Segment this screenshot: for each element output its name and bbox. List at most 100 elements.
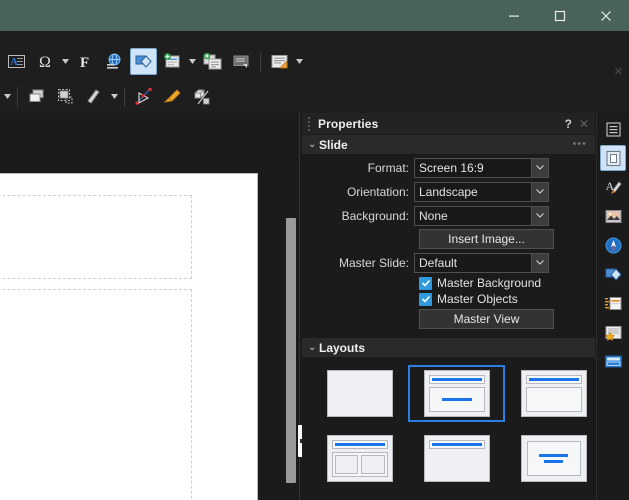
toolbar-separator-3 (124, 86, 125, 107)
insert-image-button[interactable]: Insert Image... (419, 229, 554, 249)
close-button[interactable] (583, 0, 629, 31)
navigator-deck-icon[interactable] (600, 232, 626, 258)
gallery-deck-icon[interactable] (600, 203, 626, 229)
master-slide-dropdown-arrow[interactable] (531, 253, 548, 272)
orientation-label: Orientation: (346, 184, 409, 199)
insert-text-box-comment-icon[interactable] (228, 48, 255, 75)
shadow-icon[interactable] (81, 83, 108, 110)
sidebar-help-icon[interactable]: ? (565, 117, 572, 131)
background-value: None (419, 208, 448, 223)
vertical-scrollbar-thumb[interactable] (286, 218, 296, 483)
properties-sidebar: Properties ? ✕ ⌄ Slide ••• Format: Scree… (302, 113, 595, 500)
master-objects-row: Master Objects (302, 292, 587, 306)
maximize-button[interactable] (537, 0, 583, 31)
content-placeholder[interactable] (0, 289, 192, 500)
special-character-dropdown-arrow[interactable] (60, 48, 71, 75)
title-bar (0, 0, 629, 31)
layout-title-plain[interactable] (408, 430, 505, 487)
toolbar-row-drawing: A Ω F (0, 45, 629, 78)
layout-centered-text[interactable] (505, 430, 595, 487)
slide-panel-header[interactable]: ⌄ Slide ••• (302, 134, 595, 154)
orientation-row: Orientation: Landscape (302, 181, 587, 202)
shapes-deck-icon[interactable] (600, 261, 626, 287)
toggle-extrusion-icon[interactable] (188, 83, 215, 110)
layouts-panel-header[interactable]: ⌄ Layouts (302, 337, 595, 357)
points-icon[interactable] (130, 83, 157, 110)
layout-title-content[interactable] (408, 365, 505, 422)
master-view-button[interactable]: Master View (419, 309, 554, 329)
format-combobox[interactable]: Screen 16:9 (414, 157, 549, 178)
master-objects-label: Master Objects (437, 292, 518, 306)
sidebar-title: Properties (318, 116, 379, 131)
master-slides-deck-icon[interactable] (600, 319, 626, 345)
master-objects-checkbox[interactable] (419, 292, 432, 306)
insert-hyperlink-icon[interactable] (101, 48, 128, 75)
master-slide-combobox[interactable]: Default (414, 252, 549, 273)
properties-deck-icon[interactable] (600, 145, 626, 171)
master-slide-row: Master Slide: Default (302, 252, 587, 273)
toolbar-area: ✕ A Ω F (0, 31, 629, 113)
master-background-row: Master Background (302, 276, 587, 290)
background-dropdown-arrow[interactable] (531, 206, 548, 225)
glue-points-icon[interactable] (159, 83, 186, 110)
sidebar-title-bar: Properties ? ✕ (302, 113, 595, 134)
new-slide-dropdown-arrow[interactable] (187, 48, 198, 75)
toolbar-separator-2 (17, 86, 18, 107)
svg-text:F: F (80, 55, 89, 71)
sidebar-settings-icon[interactable] (600, 116, 626, 142)
slide-panel-title: Slide (319, 137, 348, 152)
shadow-dropdown-arrow[interactable] (109, 83, 120, 110)
layouts-panel-title: Layouts (319, 340, 366, 355)
styles-deck-icon[interactable]: A (600, 174, 626, 200)
layouts-grid (302, 357, 595, 500)
master-slide-label: Master Slide: (338, 255, 409, 270)
layout-blank[interactable] (311, 365, 408, 422)
background-label: Background: (341, 208, 409, 223)
master-slide-dropdown-arrow[interactable] (294, 48, 305, 75)
master-view-row: Master View (302, 309, 587, 329)
arrange-icon[interactable] (23, 83, 50, 110)
show-draw-functions-icon[interactable] (130, 48, 157, 75)
vertical-scrollbar[interactable] (286, 113, 296, 500)
layout-2-content-c[interactable] (408, 495, 505, 500)
orientation-combobox[interactable]: Landscape (414, 181, 549, 202)
title-placeholder[interactable] (0, 195, 192, 279)
animation-deck-icon[interactable] (600, 290, 626, 316)
insert-text-box-icon[interactable]: A (3, 48, 30, 75)
orientation-value: Landscape (419, 184, 478, 199)
format-row: Format: Screen 16:9 (302, 157, 587, 178)
orientation-dropdown-arrow[interactable] (531, 182, 548, 201)
format-dropdown-arrow[interactable] (531, 158, 548, 177)
toolbar-separator (260, 51, 261, 72)
svg-text:Ω: Ω (39, 54, 51, 71)
format-value: Screen 16:9 (419, 160, 484, 175)
chevron-down-icon-layouts[interactable]: ⌄ (308, 342, 319, 353)
insert-special-character-icon[interactable]: Ω (32, 48, 59, 75)
slide-canvas[interactable] (0, 173, 258, 500)
toolbar-close-icon[interactable]: ✕ (614, 67, 623, 78)
master-background-checkbox[interactable] (419, 276, 432, 290)
background-combobox[interactable]: None (414, 205, 549, 226)
new-slide-icon[interactable] (159, 48, 186, 75)
align-objects-icon[interactable] (52, 83, 79, 110)
sidebar-close-icon[interactable]: ✕ (579, 117, 589, 131)
master-slide-value: Default (419, 255, 458, 270)
insert-fontwork-icon[interactable]: F (72, 48, 99, 75)
format-label: Format: (367, 160, 409, 175)
previous-toolbar-arrow[interactable] (2, 83, 13, 110)
minimize-button[interactable] (491, 0, 537, 31)
layout-2-content-d[interactable] (505, 495, 595, 500)
panel-more-options-icon[interactable]: ••• (572, 139, 595, 150)
impress-window: ✕ A Ω F Properties ? ✕ ⌄ Slide ••• Forma… (0, 0, 629, 500)
transition-deck-icon[interactable] (600, 348, 626, 374)
master-background-label: Master Background (437, 276, 542, 290)
duplicate-slide-icon[interactable] (199, 48, 226, 75)
layout-2-content-b[interactable] (311, 495, 408, 500)
sidebar-drag-grip[interactable] (306, 116, 313, 131)
layout-title-2-content[interactable] (311, 430, 408, 487)
svg-text:A: A (10, 56, 18, 68)
slide-edit-area[interactable] (0, 113, 285, 500)
layout-title-only-box[interactable] (505, 365, 595, 422)
chevron-down-icon[interactable]: ⌄ (308, 139, 319, 150)
master-slide-icon[interactable] (266, 48, 293, 75)
